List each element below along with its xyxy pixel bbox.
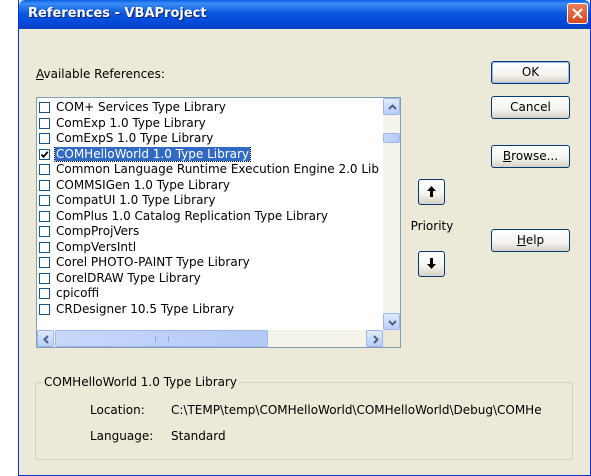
reference-checkbox[interactable]	[39, 102, 50, 113]
location-value: C:\TEMP\temp\COMHelloWorld\COMHelloWorld…	[171, 403, 542, 417]
reference-details-group: COMHelloWorld 1.0 Type Library Location:…	[35, 375, 573, 460]
reference-name: CompVersIntl	[56, 239, 137, 254]
list-item[interactable]: CompatUI 1.0 Type Library	[39, 193, 384, 209]
priority-down-button[interactable]	[418, 251, 445, 277]
reference-name: CorelDRAW Type Library	[56, 270, 201, 285]
title-bar[interactable]: References - VBAProject	[19, 0, 590, 29]
list-item[interactable]: ComExp 1.0 Type Library	[39, 116, 384, 132]
reference-checkbox[interactable]	[39, 288, 50, 299]
help-button[interactable]: Help	[491, 229, 570, 252]
list-item[interactable]: ComExpS 1.0 Type Library	[39, 131, 384, 147]
reference-name: CompProjVers	[56, 224, 140, 238]
list-item[interactable]: COM+ Services Type Library	[39, 100, 384, 116]
list-item[interactable]: CompVersIntl	[39, 240, 384, 256]
scroll-up-button[interactable]	[383, 98, 400, 115]
reference-checkbox[interactable]	[39, 148, 50, 160]
reference-checkbox[interactable]	[39, 179, 50, 191]
reference-name: CompatUI 1.0 Type Library	[56, 193, 216, 207]
list-item[interactable]: COMHelloWorld 1.0 Type Library	[39, 146, 384, 163]
list-item[interactable]: cpicoffi	[39, 286, 384, 302]
browse-button[interactable]: Browse...	[491, 145, 570, 168]
list-item[interactable]: COMMSIGen 1.0 Type Library	[39, 178, 384, 194]
reference-checkbox[interactable]	[39, 241, 50, 253]
list-item[interactable]: Corel PHOTO-PAINT Type Library	[39, 255, 384, 271]
scroll-right-button[interactable]	[366, 330, 383, 347]
available-references-label: Available References:	[36, 67, 165, 81]
horizontal-scroll-thumb[interactable]	[55, 330, 268, 347]
list-item[interactable]: CompProjVers	[39, 224, 384, 240]
list-item[interactable]: ComPlus 1.0 Catalog Replication Type Lib…	[39, 209, 384, 225]
reference-name: COMMSIGen 1.0 Type Library	[56, 177, 231, 192]
reference-name: ComPlus 1.0 Catalog Replication Type Lib…	[56, 208, 329, 223]
location-label: Location:	[90, 403, 145, 417]
reference-name: CRDesigner 10.5 Type Library	[56, 301, 235, 316]
list-item[interactable]: CRDesigner 10.5 Type Library	[39, 302, 384, 318]
priority-label: Priority	[410, 219, 454, 233]
list-item[interactable]: CorelDRAW Type Library	[39, 271, 384, 287]
reference-name: ComExpS 1.0 Type Library	[56, 131, 214, 145]
reference-name: Corel PHOTO-PAINT Type Library	[56, 255, 250, 269]
language-value: Standard	[171, 429, 226, 443]
references-rows: COM+ Services Type Library ComExp 1.0 Typ…	[39, 100, 384, 317]
ok-button[interactable]: OK	[491, 61, 570, 84]
grip-icon	[155, 336, 169, 342]
vertical-scroll-thumb[interactable]	[383, 133, 400, 143]
group-title: COMHelloWorld 1.0 Type Library	[42, 375, 240, 389]
vertical-scrollbar[interactable]	[383, 98, 400, 330]
horizontal-scrollbar[interactable]	[37, 330, 383, 347]
reference-name: Common Language Runtime Execution Engine…	[56, 162, 380, 176]
reference-name: cpicoffi	[56, 286, 100, 300]
scroll-down-button[interactable]	[383, 313, 400, 330]
reference-checkbox[interactable]	[39, 117, 50, 129]
reference-checkbox[interactable]	[39, 195, 50, 206]
language-label: Language:	[90, 429, 154, 443]
reference-checkbox[interactable]	[39, 210, 50, 222]
reference-name: COMHelloWorld 1.0 Type Library	[53, 146, 252, 162]
list-item[interactable]: Common Language Runtime Execution Engine…	[39, 162, 384, 178]
reference-name: ComExp 1.0 Type Library	[56, 115, 206, 130]
reference-name: COM+ Services Type Library	[56, 100, 226, 114]
close-button[interactable]	[567, 3, 588, 24]
scrollbar-corner	[383, 330, 400, 347]
reference-checkbox[interactable]	[39, 164, 50, 175]
reference-checkbox[interactable]	[39, 272, 50, 284]
scroll-left-button[interactable]	[37, 330, 54, 347]
window-title: References - VBAProject	[28, 6, 207, 21]
priority-up-button[interactable]	[418, 179, 445, 205]
references-list[interactable]: COM+ Services Type Library ComExp 1.0 Typ…	[36, 97, 401, 348]
reference-checkbox[interactable]	[39, 303, 50, 315]
reference-checkbox[interactable]	[39, 226, 50, 237]
cancel-button[interactable]: Cancel	[491, 96, 570, 119]
reference-checkbox[interactable]	[39, 257, 50, 268]
references-dialog: References - VBAProject Available Refere…	[18, 0, 591, 476]
reference-checkbox[interactable]	[39, 133, 50, 144]
